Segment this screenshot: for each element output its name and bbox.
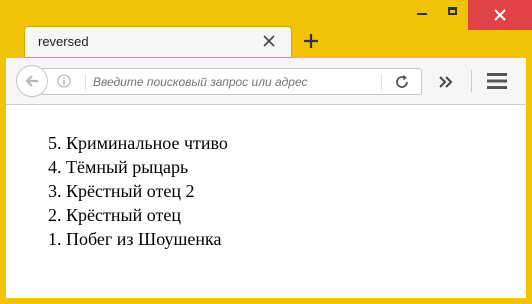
page-content: 5. Криминальное чтиво 4. Тёмный рыцарь 3… [6, 105, 526, 298]
tab-title: reversed [38, 34, 89, 49]
navigation-bar [6, 58, 526, 105]
hamburger-menu-icon[interactable] [486, 71, 508, 91]
minimize-button[interactable] [407, 0, 437, 22]
info-icon[interactable] [57, 74, 71, 88]
close-window-button[interactable] [468, 0, 532, 30]
close-icon [494, 9, 506, 21]
maximize-icon [447, 7, 457, 15]
url-input[interactable] [93, 72, 347, 91]
list-item: 1. Побег из Шоушенка [48, 229, 222, 249]
plus-icon [304, 34, 318, 48]
toolbar-separator [471, 70, 472, 92]
movie-list: 5. Криминальное чтиво 4. Тёмный рыцарь 3… [48, 131, 228, 251]
minimize-icon [417, 13, 427, 15]
address-bar[interactable] [42, 68, 422, 95]
address-separator [85, 74, 86, 90]
address-separator [381, 74, 382, 90]
back-button[interactable] [16, 65, 48, 97]
reload-icon[interactable] [393, 73, 411, 91]
chevron-double-right-icon[interactable] [436, 72, 456, 92]
new-tab-button[interactable] [298, 28, 324, 54]
list-item: 4. Тёмный рыцарь [48, 157, 189, 177]
maximize-button[interactable] [437, 0, 467, 22]
back-arrow-icon [25, 75, 38, 87]
list-item: 3. Крёстный отец 2 [48, 181, 195, 201]
list-item: 2. Крёстный отец [48, 205, 181, 225]
tab-close-icon[interactable] [260, 32, 278, 50]
tab-reversed[interactable]: reversed [24, 26, 292, 58]
list-item: 5. Криминальное чтиво [48, 133, 228, 153]
browser-window: reversed Введите поисковый запрос или ад… [0, 0, 532, 304]
